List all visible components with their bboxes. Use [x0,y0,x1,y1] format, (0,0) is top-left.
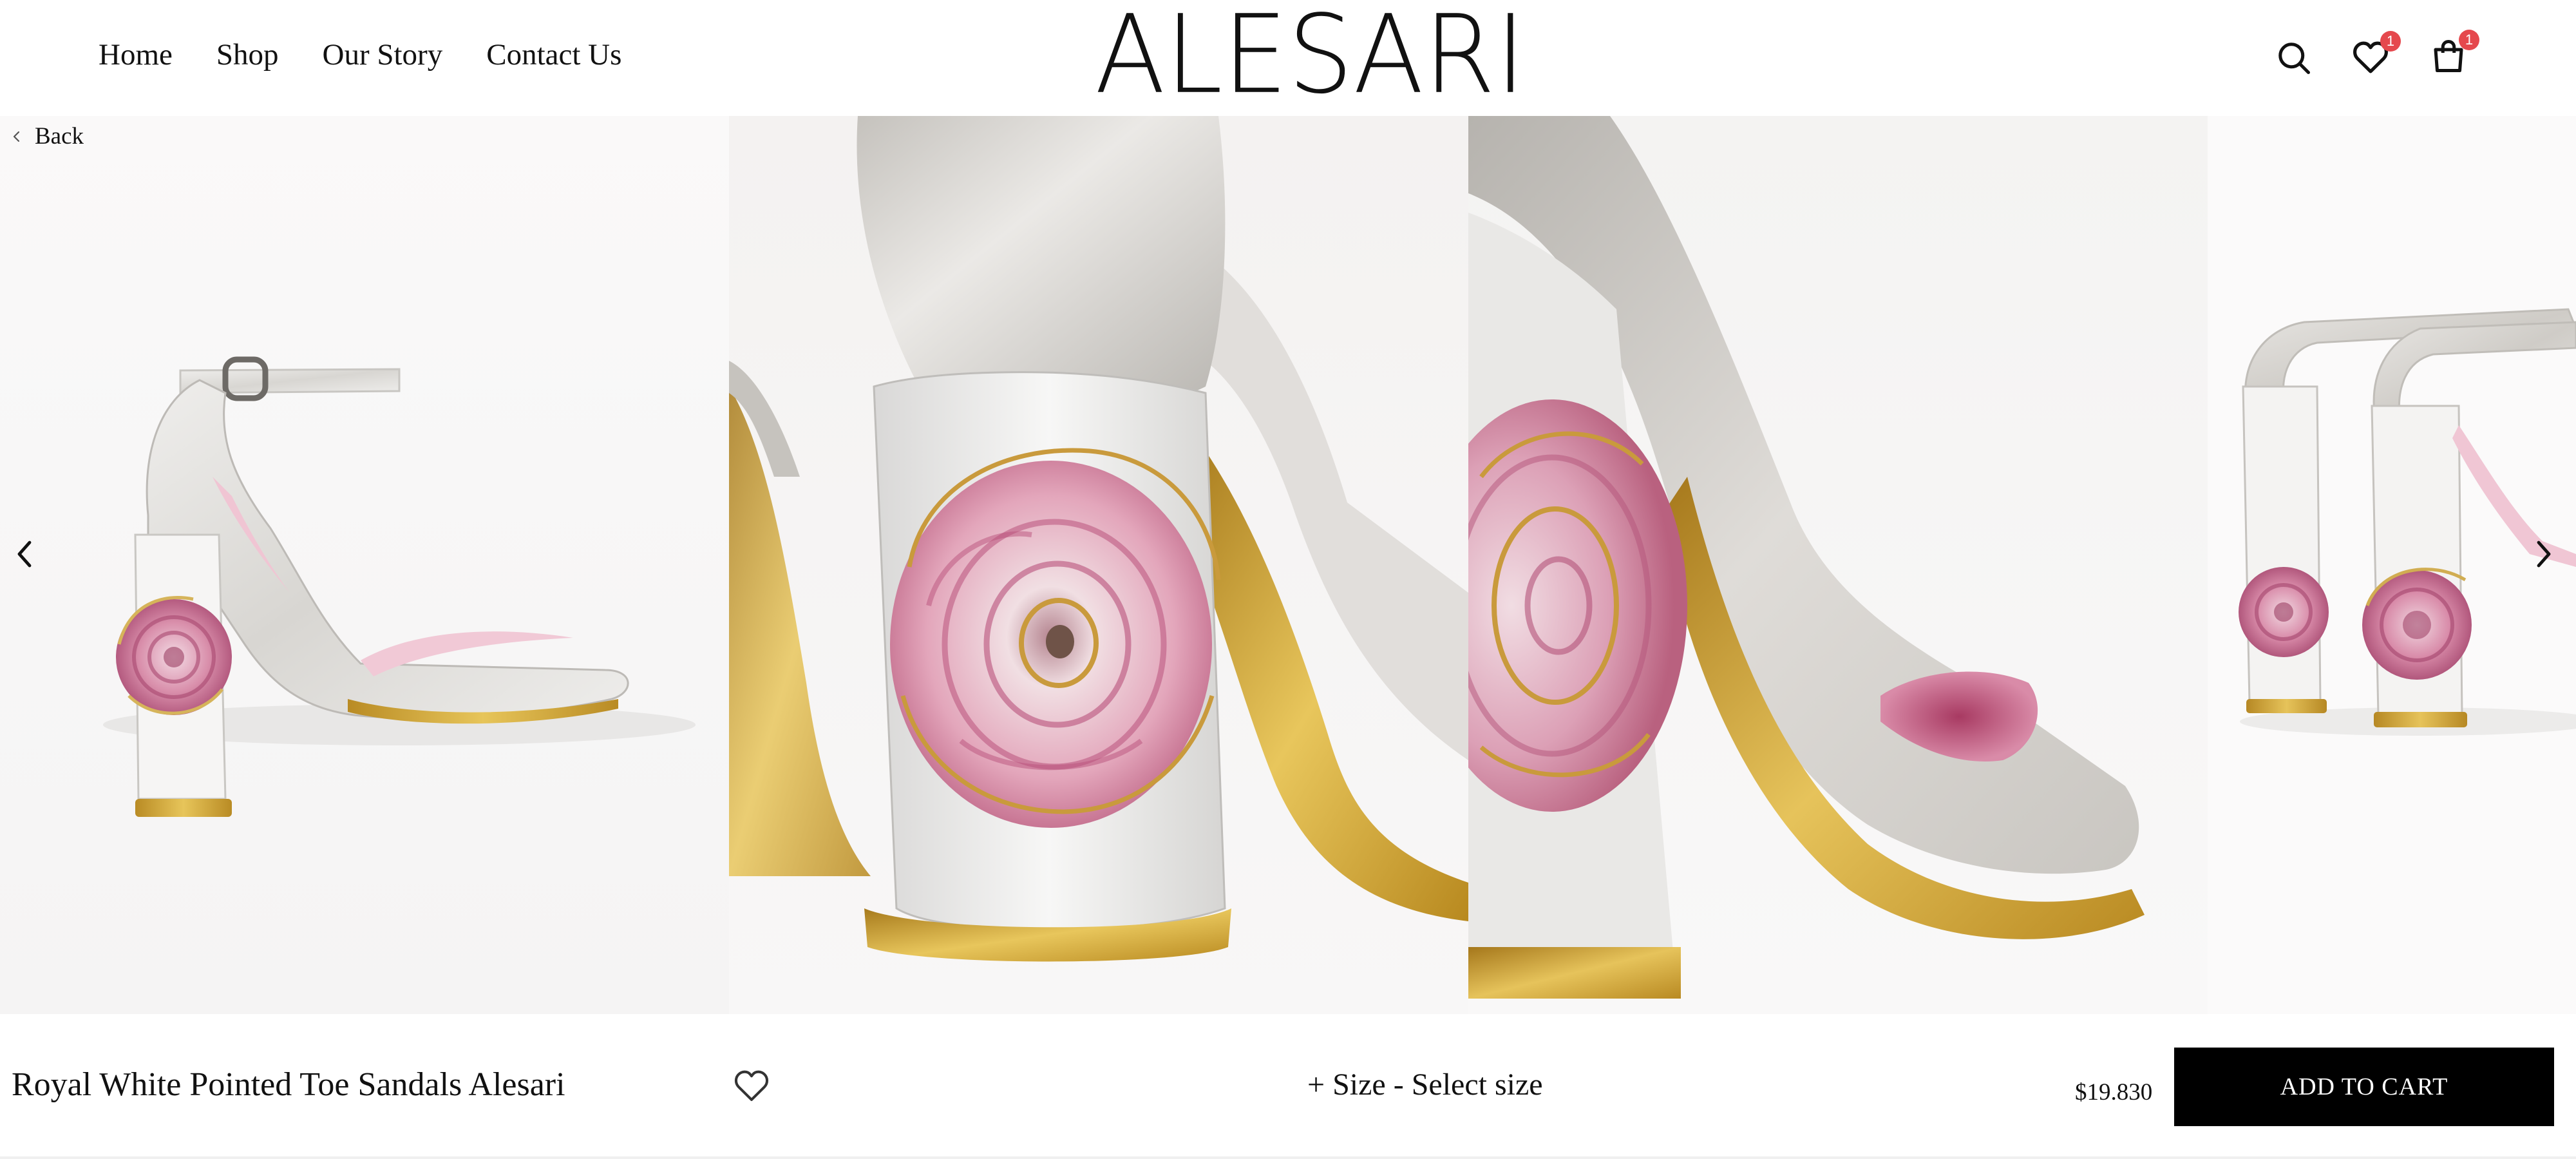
nav-contact-us[interactable]: Contact Us [486,37,621,72]
gallery-image-rose-toe-closeup [1468,116,2208,1014]
search-button[interactable] [2275,39,2316,80]
chevron-left-icon [13,131,20,142]
logo-letter: L [1165,0,1223,118]
logo-letter: A [1095,0,1166,118]
logo-letter: I [1495,0,1526,118]
product-action-bar: Royal White Pointed Toe Sandals Alesari … [0,1014,2576,1159]
back-link[interactable]: Back [10,122,84,150]
gallery-prev-button[interactable] [12,535,44,580]
nav-our-story[interactable]: Our Story [323,37,443,72]
sandal-pair-image [2239,308,2576,736]
size-selector[interactable]: + Size - Select size [1307,1067,1543,1102]
product-gallery [0,116,2576,1014]
add-to-cart-button[interactable]: ADD TO CART [2174,1048,2554,1126]
logo-letter: R [1423,0,1495,118]
gallery-image-heel-closeup [729,116,1468,1014]
cart-count-badge: 1 [2459,30,2479,50]
product-price: $19.830 [2075,1079,2153,1106]
search-icon [2278,43,2310,74]
logo-letter: A [1353,0,1424,118]
brand-logo[interactable]: A L E S A R I [1095,0,1526,118]
add-to-wishlist-button[interactable] [732,1067,772,1103]
gallery-image-pair-view [2208,116,2576,1014]
wishlist-button[interactable]: 1 [2351,31,2401,79]
chevron-left-icon [17,541,32,568]
main-nav: Home Shop Our Story Contact Us [99,37,621,72]
logo-letter: S [1287,0,1354,118]
nav-home[interactable]: Home [99,37,173,72]
heart-icon [734,1070,769,1101]
chevron-right-icon [2537,541,2551,568]
back-label: Back [35,123,84,149]
rose-toe-closeup-image [1468,116,2145,999]
heel-closeup-image [729,116,1468,962]
gallery-image-side-view [0,116,729,1014]
product-title: Royal White Pointed Toe Sandals Alesari [12,1066,565,1103]
site-header: Home Shop Our Story Contact Us A L E S A… [0,0,2576,116]
sandal-side-view-image [103,356,696,817]
gallery-next-button[interactable] [2531,535,2563,580]
logo-letter: E [1222,0,1288,118]
cart-button[interactable]: 1 [2429,30,2479,77]
wishlist-count-badge: 1 [2380,31,2401,52]
nav-shop[interactable]: Shop [216,37,279,72]
